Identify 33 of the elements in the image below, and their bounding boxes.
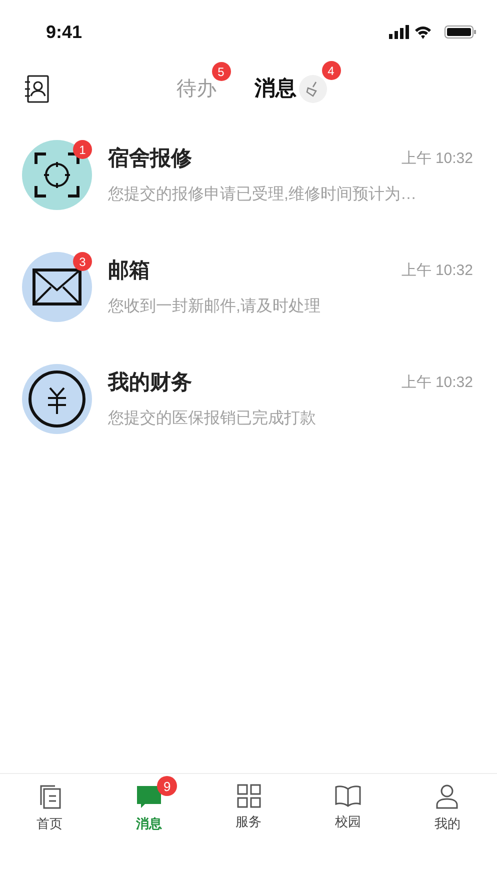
message-time: 上午 10:32	[401, 260, 473, 281]
message-preview: 您收到一封新邮件,请及时处理	[108, 296, 322, 317]
message-title: 宿舍报修	[108, 146, 192, 172]
count-badge: 9	[157, 776, 178, 796]
status-time: 9:41	[46, 20, 82, 44]
grid-icon	[236, 784, 261, 808]
message-preview: 您提交的医保报销已完成打款	[108, 408, 317, 429]
document-icon	[38, 784, 62, 810]
count-badge: 3	[73, 252, 92, 271]
tab-bar-item[interactable]: 首页	[0, 775, 100, 834]
message-time: 上午 10:32	[401, 372, 473, 393]
message-time: 上午 10:32	[401, 148, 473, 169]
message-preview: 您提交的报修申请已受理,维修时间预计为…	[108, 184, 418, 205]
message-item[interactable]: 我的财务 上午 10:32 您提交的医保报销已完成打款	[0, 364, 497, 434]
message-item[interactable]: 1 宿舍报修 上午 10:32 您提交的报修申请已受理,维修时间预计为…	[0, 140, 497, 210]
envelope-icon	[32, 268, 82, 306]
count-badge: 5	[212, 62, 230, 81]
message-title: 我的财务	[108, 370, 192, 396]
message-item[interactable]: 3 邮箱 上午 10:32 您收到一封新邮件,请及时处理	[0, 252, 497, 322]
tab-bar-item[interactable]: 我的	[398, 775, 497, 834]
message-title: 邮箱	[108, 258, 150, 284]
book-icon	[334, 784, 361, 808]
scan-target-icon	[34, 152, 80, 198]
chat-bubble-icon	[137, 784, 162, 810]
broom-button[interactable]	[298, 75, 326, 103]
tab-bar-item[interactable]: 服务	[198, 775, 298, 832]
tab-bar-item[interactable]: 9 消息	[99, 775, 199, 834]
header-tab[interactable]: 消息	[254, 73, 296, 105]
contacts-book-icon[interactable]	[24, 75, 50, 103]
count-badge: 1	[73, 140, 92, 159]
count-badge: 4	[322, 61, 340, 80]
person-icon	[435, 784, 460, 810]
tab-bar-item[interactable]: 校园	[298, 775, 398, 832]
